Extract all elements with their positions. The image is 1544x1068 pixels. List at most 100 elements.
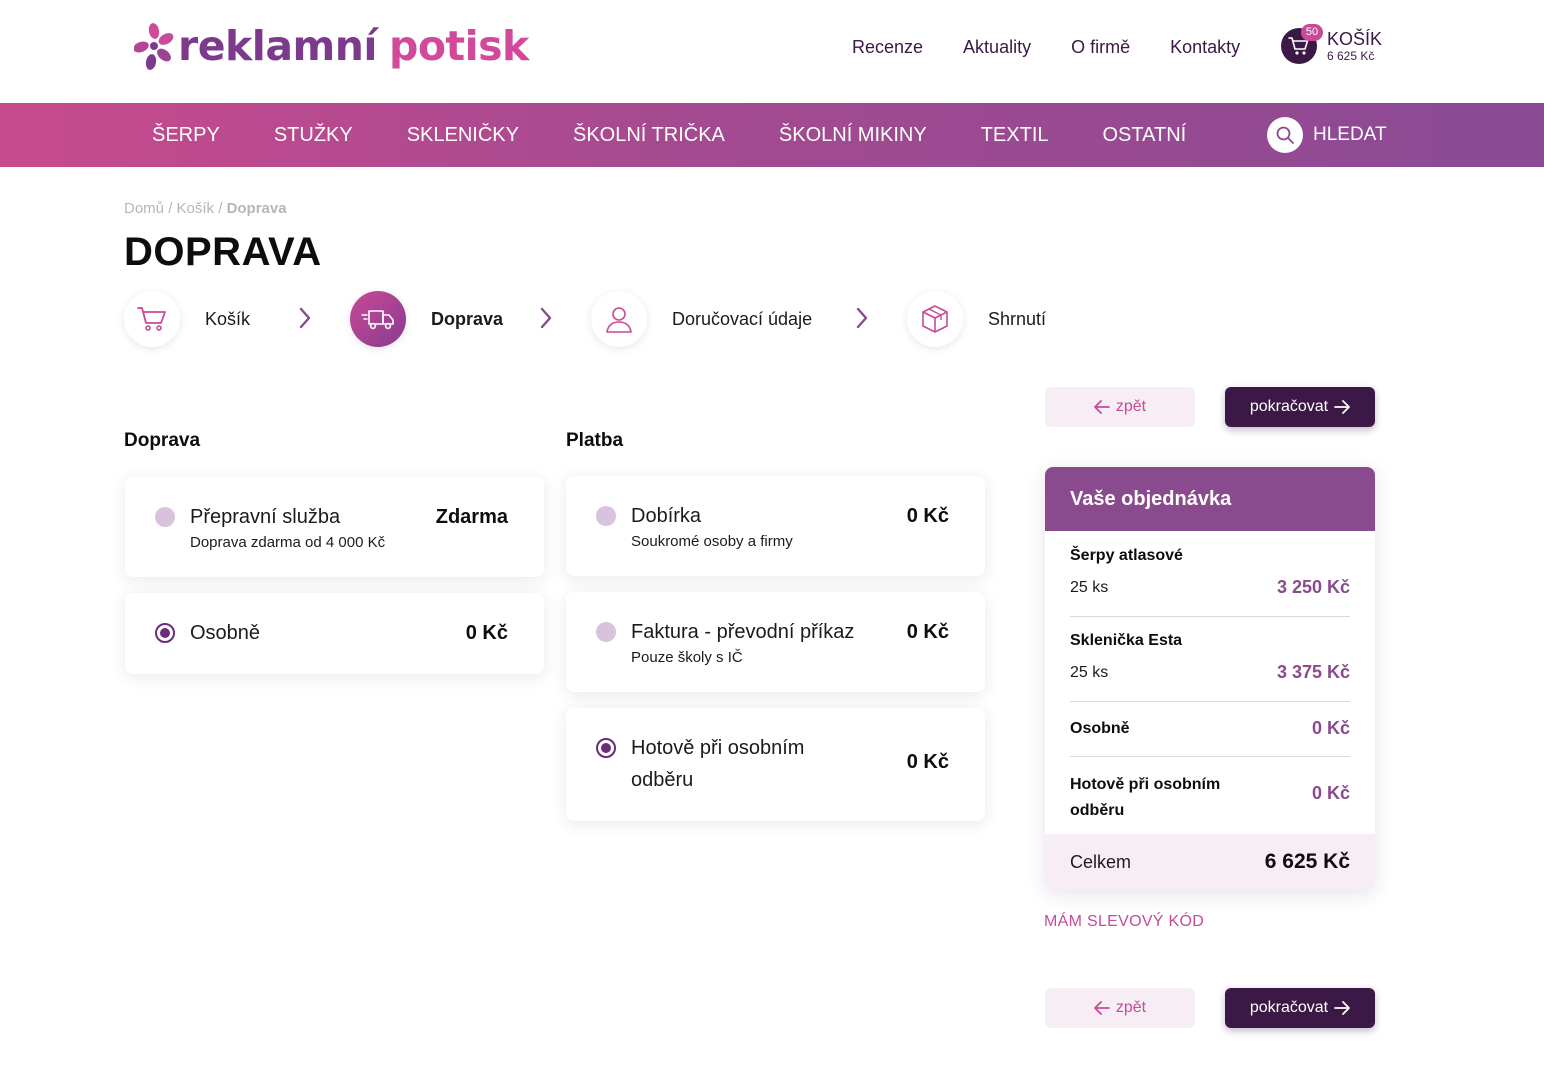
cart-total: 6 625 Kč (1327, 49, 1375, 63)
summary-item-name-line1: Hotově při osobním (1070, 776, 1221, 793)
payment-option-cash[interactable]: Hotově při osobním odběru 0 Kč (566, 708, 985, 821)
back-button-bottom[interactable]: zpět (1045, 988, 1195, 1028)
continue-button-label: pokračovat (1249, 999, 1329, 1016)
search-icon-circle (1267, 117, 1303, 153)
continue-button-label: pokračovat (1249, 398, 1329, 415)
cart-count-badge: 50 (1301, 24, 1323, 41)
topnav-link-kontakty[interactable]: Kontakty (1170, 37, 1240, 58)
step-shipping-circle (350, 291, 406, 347)
breadcrumb-separator: / (168, 200, 173, 217)
chevron-right-icon (299, 307, 311, 329)
back-button-label: zpět (1115, 999, 1147, 1016)
checkout-steps: Košík Doprava Doručovací údaje Shrnutí (124, 290, 1084, 348)
order-total-label: Celkem (1070, 851, 1132, 872)
shipping-radio-carrier[interactable] (155, 507, 175, 527)
step-summary-label: Shrnutí (988, 308, 1047, 329)
site-logo[interactable]: reklamní potisk (133, 22, 529, 70)
payment-option-name: Dobírka (631, 505, 702, 527)
step-delivery-details-label: Doručovací údaje (672, 308, 813, 329)
topnav-link-aktuality[interactable]: Aktuality (963, 37, 1031, 58)
breadcrumb-current: Doprava (226, 200, 287, 217)
step-cart[interactable]: Košík (124, 290, 250, 348)
arrow-left-icon (1093, 1001, 1110, 1015)
shipping-option-carrier[interactable]: Přepravní služba Doprava zdarma od 4 000… (125, 477, 544, 577)
shipping-option-name: Přepravní služba (190, 506, 341, 528)
arrow-right-icon (1334, 400, 1351, 414)
shipping-option-price: Zdarma (435, 506, 508, 528)
top-navigation: Recenze Aktuality O firmě Kontakty (852, 37, 1240, 58)
order-total-row: Celkem 6 625 Kč (1045, 834, 1375, 890)
breadcrumb-separator: / (218, 200, 223, 217)
header-cart[interactable]: 50 KOŠÍK 6 625 Kč (1281, 24, 1383, 64)
step-cart-label: Košík (205, 308, 251, 329)
arrow-left-icon (1093, 400, 1110, 414)
payment-radio-invoice[interactable] (596, 622, 616, 642)
nav-item-ostatni[interactable]: OSTATNÍ (1103, 124, 1187, 147)
discount-code-link[interactable]: MÁM SLEVOVÝ KÓD (1044, 913, 1204, 931)
payment-option-cod[interactable]: Dobírka Soukromé osoby a firmy 0 Kč (566, 476, 985, 576)
step-shipping[interactable]: Doprava (350, 290, 503, 348)
breadcrumb: Domů / Košík / Doprava (124, 200, 287, 217)
nav-item-stuzky[interactable]: STUŽKY (274, 124, 353, 147)
user-icon (606, 307, 632, 333)
step-delivery-details[interactable]: Doručovací údaje (591, 290, 812, 348)
shipping-option-personal[interactable]: Osobně 0 Kč (125, 593, 544, 674)
breadcrumb-cart[interactable]: Košík (177, 200, 215, 217)
continue-button-bottom[interactable]: pokračovat (1225, 988, 1375, 1028)
summary-item: Hotově při osobním odběru 0 Kč (1070, 757, 1350, 834)
summary-item-name-line2: odběru (1070, 802, 1125, 819)
logo-word-1: reklamní (178, 22, 377, 70)
payment-option-name: Faktura - převodní příkaz (631, 621, 855, 643)
site-header: reklamní potisk Recenze Aktuality O firmě… (0, 0, 1544, 103)
payment-option-desc: Soukromé osoby a firmy (631, 533, 793, 550)
cart-button[interactable]: 50 (1281, 24, 1323, 64)
nav-item-skolni-tricka[interactable]: ŠKOLNÍ TRIČKA (573, 124, 725, 147)
order-summary-title: Vaše objednávka (1045, 467, 1375, 531)
payment-option-price: 0 Kč (906, 751, 949, 773)
summary-item-name: Sklenička Esta (1070, 632, 1183, 649)
topnav-link-o-firme[interactable]: O firmě (1071, 37, 1130, 58)
payment-option-name-line2: odběru (631, 769, 694, 791)
payment-section-title: Platba (566, 430, 624, 451)
nav-item-sklenicky[interactable]: SKLENIČKY (407, 124, 519, 147)
payment-option-name-line1: Hotově při osobním (631, 737, 805, 759)
search-button[interactable]: HLEDAT (1267, 117, 1387, 153)
summary-item-price: 0 Kč (1311, 783, 1350, 803)
back-button-top[interactable]: zpět (1045, 387, 1195, 427)
step-delivery-details-circle (591, 291, 647, 347)
nav-item-skolni-mikiny[interactable]: ŠKOLNÍ MIKINY (779, 124, 927, 147)
logo-wordmark: reklamní potisk (178, 22, 529, 70)
step-summary-circle (907, 291, 963, 347)
step-summary[interactable]: Shrnutí (907, 290, 1046, 348)
summary-item-qty: 25 ks (1070, 579, 1109, 596)
payment-radio-cash[interactable] (596, 738, 616, 758)
summary-item-price: 0 Kč (1311, 718, 1350, 738)
step-cart-circle (124, 291, 180, 347)
main-category-nav: ŠERPY STUŽKY SKLENIČKY ŠKOLNÍ TRIČKA ŠKO… (0, 103, 1544, 167)
step-shipping-label: Doprava (431, 308, 504, 329)
payment-option-price: 0 Kč (906, 621, 949, 643)
summary-item-name: Osobně (1070, 720, 1130, 737)
summary-item-price: 3 375 Kč (1276, 662, 1350, 682)
summary-item: Šerpy atlasové 25 ks 3 250 Kč (1070, 531, 1350, 617)
chevron-right-icon (540, 307, 552, 329)
shipping-radio-personal[interactable] (155, 623, 175, 643)
nav-item-serpy[interactable]: ŠERPY (152, 124, 220, 147)
logo-flower-icon (133, 22, 174, 70)
search-icon (1276, 126, 1294, 144)
shipping-section-title: Doprava (124, 430, 201, 451)
cart-label: KOŠÍK (1327, 29, 1383, 49)
order-summary: Vaše objednávka Šerpy atlasové 25 ks 3 2… (1045, 467, 1375, 890)
payment-radio-cod[interactable] (596, 506, 616, 526)
topnav-link-recenze[interactable]: Recenze (852, 37, 923, 58)
breadcrumb-home[interactable]: Domů (124, 200, 164, 217)
nav-item-textil[interactable]: TEXTIL (981, 124, 1049, 147)
chevron-right-icon (856, 307, 868, 329)
search-label: HLEDAT (1313, 124, 1387, 145)
continue-button-top[interactable]: pokračovat (1225, 387, 1375, 427)
summary-item-qty: 25 ks (1070, 664, 1109, 681)
summary-item-price: 3 250 Kč (1276, 577, 1350, 597)
payment-option-invoice[interactable]: Faktura - převodní příkaz Pouze školy s … (566, 592, 985, 692)
shipping-option-price: 0 Kč (465, 622, 508, 644)
summary-item: Osobně 0 Kč (1070, 702, 1350, 757)
